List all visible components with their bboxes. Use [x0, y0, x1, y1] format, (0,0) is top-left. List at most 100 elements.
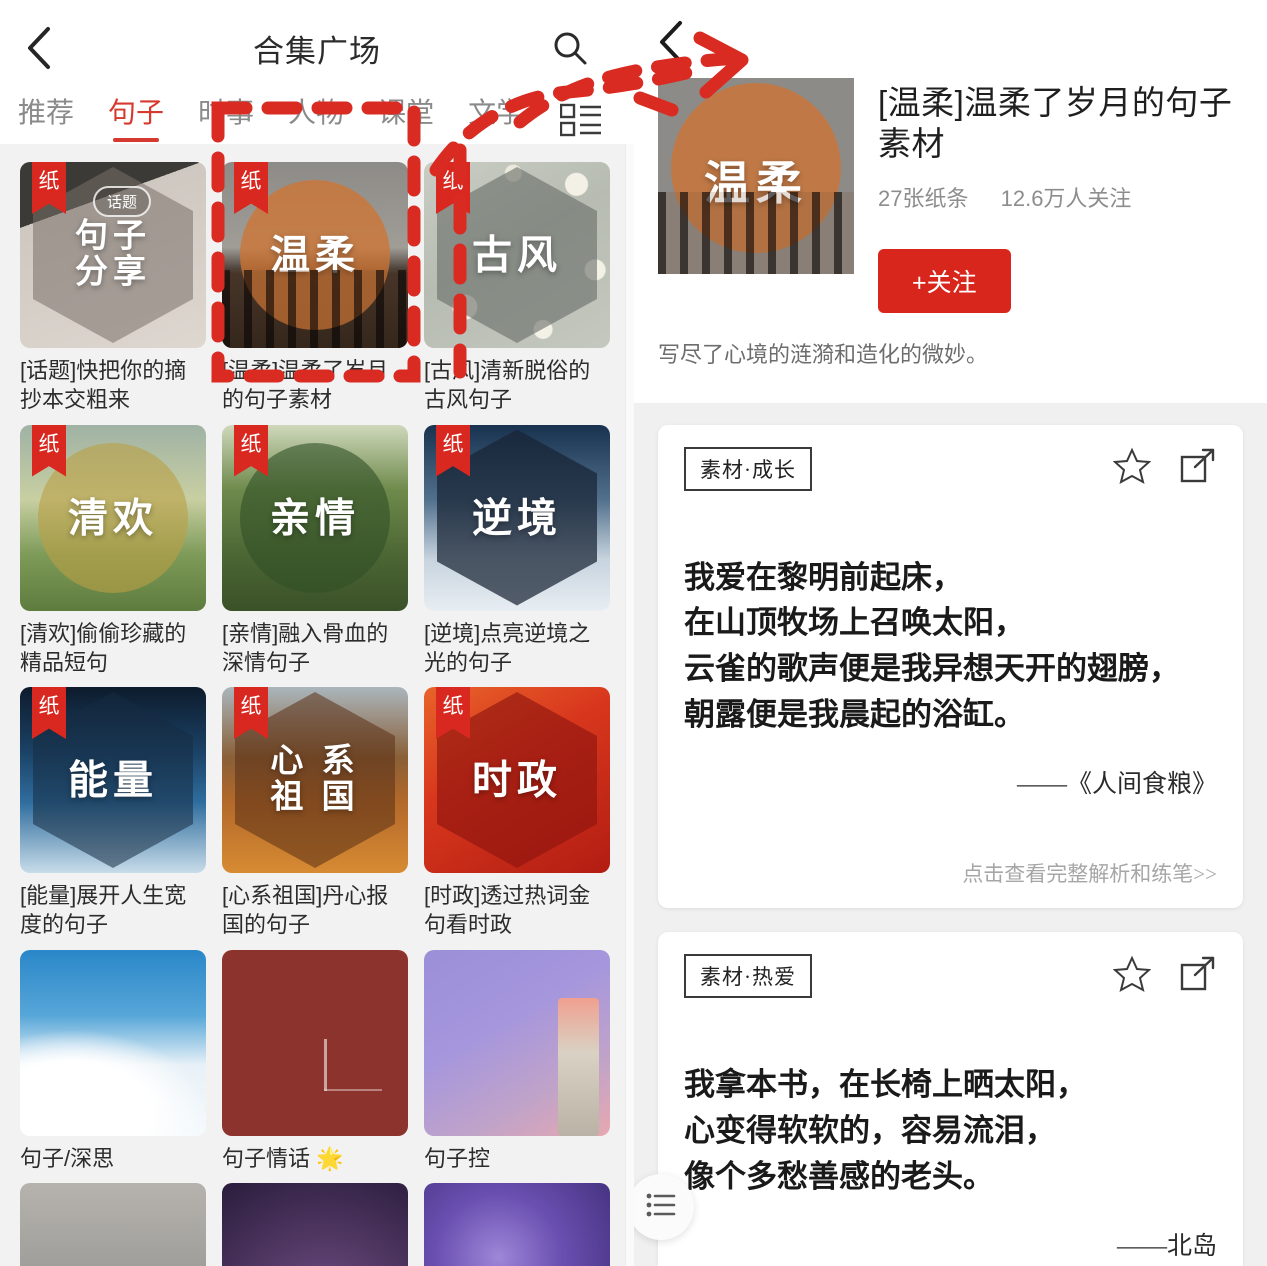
card-title: [时政]透过热词金句看时政 — [424, 883, 591, 938]
tab-label: 人物 — [288, 97, 345, 128]
note-actions — [1112, 955, 1217, 998]
star-outline-icon[interactable] — [1112, 955, 1152, 998]
tab-people[interactable]: 人物 — [288, 96, 344, 140]
collection-grid-scroll[interactable]: 话题 句子 分享 纸 [话题]快把你的摘抄本交粗来 温柔 纸 [温柔]温柔了岁月的… — [0, 144, 634, 1266]
tab-literature[interactable]: 文学 — [468, 96, 524, 140]
collection-square-pane: 合集广场 推荐 句子 时事 人物 课堂 文学 话题 句子 分享 纸 [话题]快把… — [0, 0, 634, 1266]
note-line: 心变得软软的，容易流泪， — [684, 1112, 1056, 1148]
card-title: [心系祖国]丹心报国的句子 — [222, 883, 389, 938]
app-root: 合集广场 推荐 句子 时事 人物 课堂 文学 话题 句子 分享 纸 [话题]快把… — [0, 0, 1267, 1266]
card-title: [能量]展开人生宽度的句子 — [20, 883, 187, 938]
card-thumbnail: 清欢 纸 — [20, 424, 206, 611]
collection-card[interactable]: 逆境 纸 [逆境]点亮逆境之光的句子 — [424, 424, 610, 678]
collection-card[interactable]: 清欢 纸 [清欢]偷偷珍藏的精品短句 — [20, 424, 206, 678]
thumb-label: 时政 — [472, 757, 562, 803]
follower-count: 12.6万人关注 — [1000, 185, 1132, 211]
note-list: 素材·成长 我爱在黎明前起床， 在山顶牧场上召唤太阳， 云雀的歌声便是我异想天开… — [634, 403, 1267, 1266]
detail-title: [温柔]温柔了岁月的句子素材 — [878, 84, 1233, 163]
detail-cover-image: 温柔 — [658, 78, 854, 274]
page-title: 合集广场 — [253, 33, 381, 69]
tab-classroom[interactable]: 课堂 — [378, 96, 434, 140]
card-thumbnail: 时政 纸 — [424, 687, 610, 873]
collection-card[interactable]: Our time is running out, — [20, 1182, 206, 1266]
collection-grid: 话题 句子 分享 纸 [话题]快把你的摘抄本交粗来 温柔 纸 [温柔]温柔了岁月的… — [20, 162, 614, 1266]
card-thumbnail: 古风 纸 — [424, 162, 610, 348]
detail-back-button[interactable] — [656, 18, 704, 66]
collection-card[interactable]: 古风 纸 [古风]清新脱俗的古风句子 — [424, 162, 610, 415]
collection-detail-pane: 温柔 [温柔]温柔了岁月的句子素材 27张纸条 12.6万人关注 +关注 写尽了… — [634, 0, 1267, 1266]
back-button[interactable] — [0, 0, 78, 96]
card-title: [逆境]点亮逆境之光的句子 — [424, 620, 591, 675]
tab-label: 课堂 — [378, 97, 435, 128]
card-thumbnail: 亲情 纸 — [222, 424, 408, 611]
collection-card[interactable]: 句子/深思 — [20, 949, 206, 1173]
search-icon — [550, 32, 590, 72]
collection-card-wenrou[interactable]: 温柔 纸 [温柔]温柔了岁月的句子素材 — [222, 162, 408, 415]
note-line: 像个多愁善感的老头。 — [684, 1158, 994, 1194]
share-box-icon[interactable] — [1179, 955, 1217, 998]
card-thumbnail: Our time is running out, — [20, 1182, 206, 1266]
collection-card[interactable]: 亲情 纸 [亲情]融入骨血的深情句子 — [222, 424, 408, 678]
cover-label: 温柔 — [704, 157, 808, 209]
nav-bar: 合集广场 — [0, 0, 634, 96]
tab-recommend[interactable]: 推荐 — [18, 96, 74, 140]
card-title: [温柔]温柔了岁月的句子素材 — [222, 358, 389, 413]
note-actions — [1112, 447, 1217, 490]
chevron-left-icon — [24, 24, 54, 72]
star-outline-icon[interactable] — [1112, 447, 1152, 490]
collection-card[interactable]: 话题 句子 分享 纸 [话题]快把你的摘抄本交粗来 — [20, 162, 206, 415]
calligraphy-watermark-icon — [323, 1038, 382, 1091]
card-thumbnail — [424, 949, 610, 1136]
note-body: 我爱在黎明前起床， 在山顶牧场上召唤太阳， 云雀的歌声便是我异想天开的翅膀， 朝… — [684, 555, 1217, 739]
note-more-link[interactable]: 点击查看完整解析和练笔>> — [684, 858, 1217, 888]
thumb-label: 清欢 — [68, 494, 158, 540]
collection-card[interactable]: 能量 纸 [能量]展开人生宽度的句子 — [20, 687, 206, 940]
collection-card[interactable]: 句子情话 🌟 — [222, 949, 408, 1173]
note-tag: 素材·成长 — [684, 446, 812, 491]
card-thumbnail: 温柔 纸 — [222, 162, 408, 348]
card-thumbnail: 话题 句子 分享 纸 — [20, 162, 206, 348]
tab-label: 推荐 — [18, 97, 75, 128]
thumb-label: 句子 分享 — [75, 218, 151, 290]
collection-card[interactable]: 时政 纸 [时政]透过热词金句看时政 — [424, 687, 610, 940]
collection-card[interactable]: 句子控 — [424, 949, 610, 1173]
chevron-left-icon — [656, 21, 686, 70]
card-title: 句子控 — [424, 1145, 491, 1171]
card-thumbnail: 能量 纸 — [20, 687, 206, 873]
note-card[interactable]: 素材·热爱 我拿本书，在长椅上晒太阳， 心变得软软的，容易流泪， 像个多愁善感的… — [658, 932, 1243, 1266]
note-count: 27张纸条 — [878, 185, 969, 211]
share-box-icon[interactable] — [1179, 447, 1217, 490]
note-line: 我爱在黎明前起床， — [684, 559, 963, 595]
tab-label: 文学 — [468, 97, 525, 128]
detail-header-row: 温柔 [温柔]温柔了岁月的句子素材 27张纸条 12.6万人关注 +关注 — [658, 78, 1243, 313]
tab-sentences[interactable]: 句子 — [108, 96, 164, 140]
card-thumbnail — [424, 1182, 610, 1266]
card-thumbnail — [20, 949, 206, 1136]
card-title: [古风]清新脱俗的古风句子 — [424, 358, 591, 413]
collection-card[interactable] — [222, 1182, 408, 1266]
card-title: 句子/深思 — [20, 1145, 115, 1171]
note-line: 云雀的歌声便是我异想天开的翅膀， — [684, 651, 1180, 687]
card-title: [话题]快把你的摘抄本交粗来 — [20, 358, 187, 413]
note-header: 素材·热爱 — [684, 954, 1217, 998]
note-line: 我拿本书，在长椅上晒太阳， — [684, 1067, 1087, 1102]
search-button[interactable] — [550, 28, 590, 68]
note-tag: 素材·热爱 — [684, 954, 812, 998]
detail-description: 写尽了心境的涟漪和造化的微妙。 — [658, 341, 989, 367]
vertical-scrollbar[interactable] — [625, 144, 634, 1266]
card-thumbnail: 逆境 纸 — [424, 424, 610, 611]
thumb-label: 心 系祖 国 — [270, 743, 360, 815]
detail-meta: 27张纸条 12.6万人关注 — [878, 181, 1243, 213]
card-thumbnail — [222, 1182, 408, 1266]
note-line: 在山顶牧场上召唤太阳， — [684, 605, 1025, 641]
thumb-label: 亲情 — [270, 494, 360, 540]
note-card[interactable]: 素材·成长 我爱在黎明前起床， 在山顶牧场上召唤太阳， 云雀的歌声便是我异想天开… — [658, 424, 1243, 908]
collection-card[interactable] — [424, 1182, 610, 1266]
note-source: ——《人间食粮》 — [1016, 771, 1217, 798]
category-list-icon[interactable] — [559, 102, 602, 138]
topic-pill: 话题 — [93, 186, 152, 217]
follow-button[interactable]: +关注 — [878, 248, 1011, 313]
card-title: [清欢]偷偷珍藏的精品短句 — [20, 620, 187, 675]
tab-current-affairs[interactable]: 时事 — [198, 96, 254, 140]
collection-card[interactable]: 心 系祖 国 纸 [心系祖国]丹心报国的句子 — [222, 687, 408, 940]
